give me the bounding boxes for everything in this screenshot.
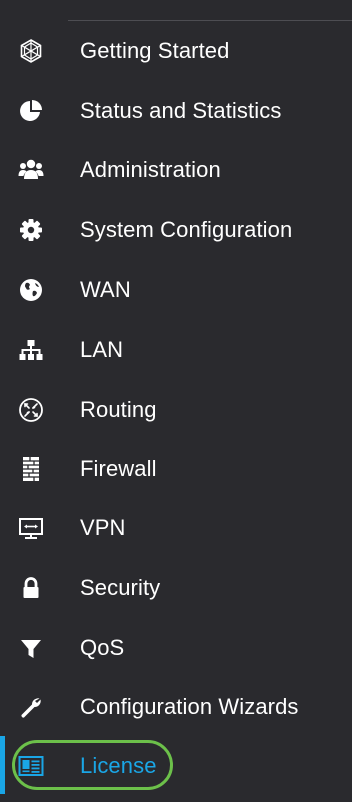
wrench-icon	[18, 694, 44, 720]
sidebar-item-label: Getting Started	[80, 37, 230, 63]
sidebar-item-label: Status and Statistics	[80, 97, 282, 123]
sidebar-item-status-and-statistics[interactable]: Status and Statistics	[0, 81, 352, 140]
sidebar-item-label: WAN	[80, 276, 131, 302]
sidebar-item-vpn[interactable]: VPN	[0, 498, 352, 557]
sidebar-item-system-configuration[interactable]: System Configuration	[0, 200, 352, 259]
globe-mesh-icon	[18, 38, 44, 64]
sidebar-item-routing[interactable]: Routing	[0, 380, 352, 439]
sidebar-item-security[interactable]: Security	[0, 558, 352, 617]
sidebar-item-firewall[interactable]: Firewall	[0, 439, 352, 498]
vpn-icon	[18, 515, 44, 541]
sidebar-item-label: LAN	[80, 336, 124, 362]
pie-chart-icon	[18, 98, 44, 124]
sidebar-item-configuration-wizards[interactable]: Configuration Wizards	[0, 677, 352, 736]
filter-icon	[18, 635, 44, 661]
sidebar-item-administration[interactable]: Administration	[0, 140, 352, 199]
sitemap-icon	[18, 337, 44, 363]
sidebar-item-label: Routing	[80, 396, 157, 422]
sidebar-item-label: VPN	[80, 514, 126, 540]
sidebar-item-label: System Configuration	[80, 216, 293, 242]
license-highlight-outline	[12, 740, 173, 790]
firewall-icon	[18, 456, 44, 482]
sidebar-item-label: Security	[80, 574, 161, 600]
gear-icon	[18, 217, 44, 243]
sidebar-item-qos[interactable]: QoS	[0, 618, 352, 677]
sidebar-item-getting-started[interactable]: Getting Started	[0, 21, 352, 80]
sidebar-item-label: Configuration Wizards	[80, 693, 299, 719]
lock-icon	[18, 575, 44, 601]
sidebar-item-label: QoS	[80, 634, 125, 660]
routing-icon	[18, 397, 44, 423]
sidebar-item-label: Firewall	[80, 455, 157, 481]
globe-icon	[18, 277, 44, 303]
sidebar-item-lan[interactable]: LAN	[0, 320, 352, 379]
sidebar-item-label: Administration	[80, 156, 221, 182]
users-group-icon	[18, 157, 44, 183]
sidebar-item-wan[interactable]: WAN	[0, 260, 352, 319]
sidebar-nav: Getting Started Status and Statistics Ad…	[0, 0, 352, 802]
